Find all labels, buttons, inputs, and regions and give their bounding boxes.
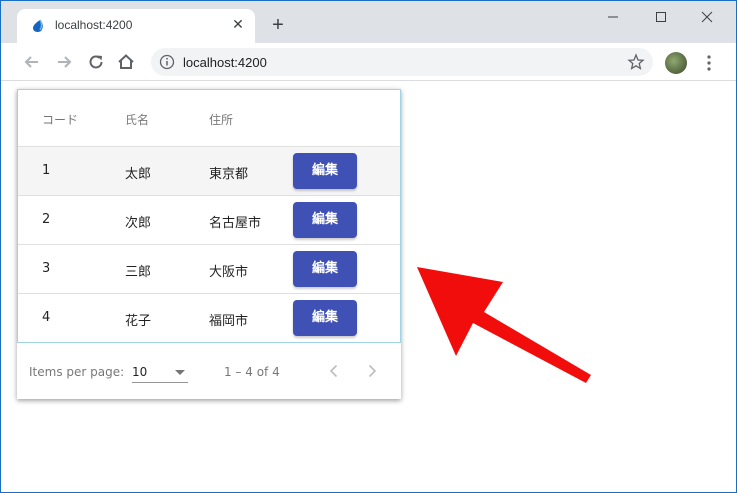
edit-button[interactable]: 編集 xyxy=(293,153,357,189)
browser-toolbar: localhost:4200 xyxy=(1,43,736,81)
cell-code: 2 xyxy=(42,212,51,227)
profile-avatar[interactable] xyxy=(665,52,687,74)
minimize-icon[interactable] xyxy=(601,7,625,27)
cell-name: 次郎 xyxy=(125,216,152,231)
window-close-icon[interactable] xyxy=(695,7,719,27)
cell-name: 花子 xyxy=(125,314,152,329)
favicon-icon xyxy=(33,19,43,32)
previous-page-icon[interactable] xyxy=(323,360,345,382)
home-icon[interactable] xyxy=(115,51,137,73)
browser-tab[interactable]: localhost:4200 ✕ xyxy=(17,9,255,43)
maximize-icon[interactable] xyxy=(649,7,673,27)
more-menu-icon[interactable] xyxy=(701,53,717,73)
cell-code: 3 xyxy=(42,261,51,276)
new-tab-icon[interactable]: + xyxy=(267,15,289,37)
annotation-arrow xyxy=(417,267,591,383)
cell-address: 名古屋市 xyxy=(209,216,262,231)
tab-title: localhost:4200 xyxy=(55,18,133,32)
header-name: 氏名 xyxy=(125,113,150,127)
dropdown-arrow-icon xyxy=(175,370,185,375)
cell-address: 福岡市 xyxy=(209,314,249,329)
table-header-row: コード 氏名 住所 xyxy=(18,90,400,147)
page-range-label: 1 – 4 of 4 xyxy=(224,365,280,379)
header-address: 住所 xyxy=(209,113,234,127)
address-bar[interactable]: localhost:4200 xyxy=(151,48,653,76)
table-row[interactable]: 2 次郎 名古屋市 編集 xyxy=(18,196,400,245)
edit-button[interactable]: 編集 xyxy=(293,300,357,336)
cell-address: 大阪市 xyxy=(209,265,249,280)
forward-icon[interactable] xyxy=(53,51,75,73)
next-page-icon[interactable] xyxy=(361,360,383,382)
table-row[interactable]: 1 太郎 東京都 編集 xyxy=(18,147,400,196)
cell-name: 三郎 xyxy=(125,265,152,280)
cell-name: 太郎 xyxy=(125,167,152,182)
edit-button[interactable]: 編集 xyxy=(293,251,357,287)
browser-window: localhost:4200 ✕ + localhost:4200 コード 氏名… xyxy=(0,0,737,493)
url-text[interactable]: localhost:4200 xyxy=(183,55,267,70)
edit-button[interactable]: 編集 xyxy=(293,202,357,238)
bookmark-star-icon[interactable] xyxy=(627,53,645,71)
tab-close-icon[interactable]: ✕ xyxy=(229,16,247,34)
items-per-page-label: Items per page: xyxy=(29,365,125,379)
cell-code: 4 xyxy=(42,310,51,325)
data-table: コード 氏名 住所 1 太郎 東京都 編集 2 次郎 名古屋市 編集 3 三郎 … xyxy=(17,89,401,343)
info-icon[interactable] xyxy=(159,54,175,70)
table-row[interactable]: 4 花子 福岡市 編集 xyxy=(18,294,400,343)
back-icon[interactable] xyxy=(21,51,43,73)
page-size-value: 10 xyxy=(132,365,148,379)
cell-address: 東京都 xyxy=(209,167,249,182)
page-content: コード 氏名 住所 1 太郎 東京都 編集 2 次郎 名古屋市 編集 3 三郎 … xyxy=(1,82,736,492)
paginator: Items per page: 10 1 – 4 of 4 xyxy=(17,345,401,399)
page-size-select[interactable]: 10 xyxy=(132,361,188,383)
cell-code: 1 xyxy=(42,163,51,178)
table-card: コード 氏名 住所 1 太郎 東京都 編集 2 次郎 名古屋市 編集 3 三郎 … xyxy=(17,89,401,399)
tab-strip: localhost:4200 ✕ + xyxy=(1,1,736,43)
header-code: コード xyxy=(42,113,79,127)
reload-icon[interactable] xyxy=(85,51,107,73)
table-row[interactable]: 3 三郎 大阪市 編集 xyxy=(18,245,400,294)
